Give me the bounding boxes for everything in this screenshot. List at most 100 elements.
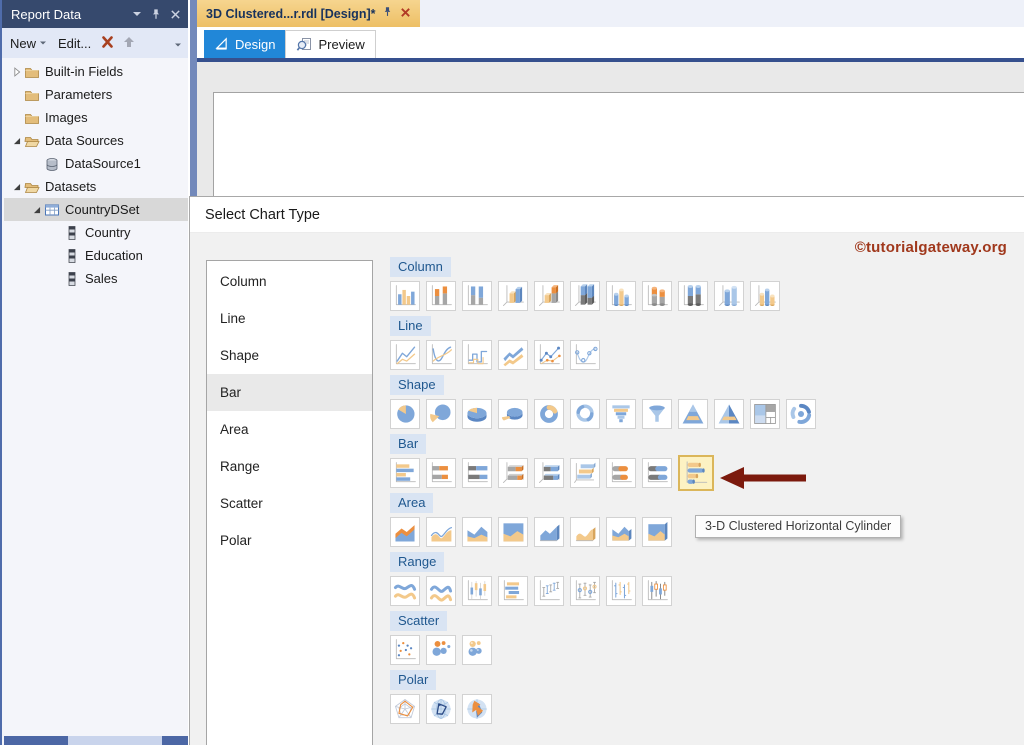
chart-type-percent-stacked-area[interactable] — [498, 517, 528, 547]
chart-type-smooth-line[interactable] — [426, 340, 456, 370]
chart-type-pyramid[interactable] — [678, 399, 708, 429]
chart-type-range[interactable] — [390, 576, 420, 606]
chart-type-three-d-clustered-cylinder[interactable] — [714, 281, 744, 311]
chart-type-line-with-markers[interactable] — [534, 340, 564, 370]
scrollbar-end-block[interactable] — [162, 736, 188, 745]
chart-type-three-d-smooth-area[interactable] — [570, 517, 600, 547]
chart-type-stacked-cylinder[interactable] — [642, 281, 672, 311]
chart-type-three-d-funnel[interactable] — [642, 399, 672, 429]
chart-type-three-d-stacked-area[interactable] — [606, 517, 636, 547]
category-range[interactable]: Range — [207, 448, 372, 485]
chart-type-three-d-clustered-bar[interactable] — [570, 458, 600, 488]
category-line[interactable]: Line — [207, 300, 372, 337]
tree-expander-expanded-icon[interactable] — [10, 179, 24, 195]
chart-type-radar[interactable] — [390, 694, 420, 724]
tree-expander-expanded-icon[interactable] — [10, 133, 24, 149]
tree-item-education[interactable]: Education — [4, 244, 188, 267]
tree-item-country[interactable]: Country — [4, 221, 188, 244]
chart-type-percent-stacked-horizontal-cylinder[interactable] — [642, 458, 672, 488]
category-area[interactable]: Area — [207, 411, 372, 448]
chart-type-smooth-range[interactable] — [426, 576, 456, 606]
chart-type-three-d-doughnut[interactable] — [570, 399, 600, 429]
tree-item-countrydset[interactable]: CountryDSet — [4, 198, 188, 221]
chart-type-clustered-bar[interactable] — [390, 458, 420, 488]
chart-type-clustered-column[interactable] — [390, 281, 420, 311]
chart-type-three-d-area[interactable] — [534, 517, 564, 547]
chart-type-scatter[interactable] — [390, 635, 420, 665]
panel-splitter[interactable] — [190, 0, 197, 196]
tree-item-images[interactable]: Images — [4, 106, 188, 129]
window-position-chevron-icon[interactable] — [132, 10, 142, 18]
report-canvas[interactable] — [213, 92, 1024, 212]
chart-type-stepped-line[interactable] — [462, 340, 492, 370]
tab-design[interactable]: Design — [204, 30, 286, 58]
chart-type-three-d-line[interactable] — [498, 340, 528, 370]
tree-item-sales[interactable]: Sales — [4, 267, 188, 290]
tree-item-data-sources[interactable]: Data Sources — [4, 129, 188, 152]
chart-type-three-d-clustered-horizontal-cylinder[interactable] — [678, 455, 714, 491]
chart-type-boxplot[interactable] — [570, 576, 600, 606]
pin-icon[interactable] — [150, 8, 162, 21]
chart-type-stock[interactable] — [606, 576, 636, 606]
chart-type-three-d-exploded-pie[interactable] — [498, 399, 528, 429]
chart-type-three-d-polar[interactable] — [462, 694, 492, 724]
chart-type-percent-stacked-cylinder[interactable] — [678, 281, 708, 311]
document-tab[interactable]: 3D Clustered...r.rdl [Design]* — [197, 0, 421, 27]
tab-preview[interactable]: Preview — [285, 30, 376, 58]
close-icon[interactable] — [400, 7, 411, 21]
tree-item-parameters[interactable]: Parameters — [4, 83, 188, 106]
chart-type-three-d-clustered-column[interactable] — [498, 281, 528, 311]
chart-type-three-d-percent-stacked-bar[interactable] — [534, 458, 564, 488]
chart-type-area[interactable] — [390, 517, 420, 547]
chart-type-three-d-percent-stacked-column[interactable] — [570, 281, 600, 311]
category-bar[interactable]: Bar — [207, 374, 372, 411]
chart-type-three-d-stacked-bar[interactable] — [498, 458, 528, 488]
chart-type-stacked-horizontal-cylinder[interactable] — [606, 458, 636, 488]
chart-type-bubble[interactable] — [426, 635, 456, 665]
category-scatter[interactable]: Scatter — [207, 485, 372, 522]
chart-type-three-d-stacked-cylinder[interactable] — [750, 281, 780, 311]
chart-type-clustered-cylinder[interactable] — [606, 281, 636, 311]
chart-type-polar[interactable] — [426, 694, 456, 724]
chart-type-three-d-pie[interactable] — [462, 399, 492, 429]
chart-type-three-d-bubble[interactable] — [462, 635, 492, 665]
toolbar-overflow-chevron-icon[interactable] — [174, 36, 182, 51]
chart-type-percent-stacked-column[interactable] — [462, 281, 492, 311]
chart-type-smooth-area[interactable] — [426, 517, 456, 547]
chart-type-sunburst[interactable] — [786, 399, 816, 429]
tree-expander-expanded-icon[interactable] — [30, 202, 44, 218]
chart-type-exploded-pie[interactable] — [426, 399, 456, 429]
scrollbar-thumb[interactable] — [4, 736, 68, 745]
category-shape[interactable]: Shape — [207, 337, 372, 374]
delete-button[interactable] — [100, 35, 115, 52]
chart-type-three-d-stacked-column[interactable] — [534, 281, 564, 311]
chart-type-range-column[interactable] — [462, 576, 492, 606]
chart-type-funnel[interactable] — [606, 399, 636, 429]
chart-type-range-bar[interactable] — [498, 576, 528, 606]
chart-type-doughnut[interactable] — [534, 399, 564, 429]
tree-item-datasource1[interactable]: DataSource1 — [4, 152, 188, 175]
chart-type-three-d-pyramid[interactable] — [714, 399, 744, 429]
chart-type-stacked-bar[interactable] — [426, 458, 456, 488]
chart-type-treemap[interactable] — [750, 399, 780, 429]
chart-type-pie[interactable] — [390, 399, 420, 429]
chart-type-error-bar[interactable] — [534, 576, 564, 606]
chart-type-smooth-line-with-markers[interactable] — [570, 340, 600, 370]
horizontal-scrollbar[interactable] — [4, 736, 188, 745]
chart-type-percent-stacked-bar[interactable] — [462, 458, 492, 488]
tree-item-datasets[interactable]: Datasets — [4, 175, 188, 198]
chart-type-three-d-percent-stacked-area[interactable] — [642, 517, 672, 547]
tree-expander-collapsed-icon[interactable] — [10, 64, 24, 80]
tree-item-built-in-fields[interactable]: Built-in Fields — [4, 60, 188, 83]
new-button[interactable]: New — [8, 34, 49, 53]
chart-type-stacked-area[interactable] — [462, 517, 492, 547]
move-up-button[interactable] — [122, 35, 136, 52]
category-column[interactable]: Column — [207, 263, 372, 300]
chart-type-candlestick[interactable] — [642, 576, 672, 606]
chart-type-line[interactable] — [390, 340, 420, 370]
chart-type-stacked-column[interactable] — [426, 281, 456, 311]
close-icon[interactable] — [170, 9, 181, 20]
category-polar[interactable]: Polar — [207, 522, 372, 559]
edit-button[interactable]: Edit... — [56, 34, 93, 53]
pin-icon[interactable] — [382, 6, 393, 21]
